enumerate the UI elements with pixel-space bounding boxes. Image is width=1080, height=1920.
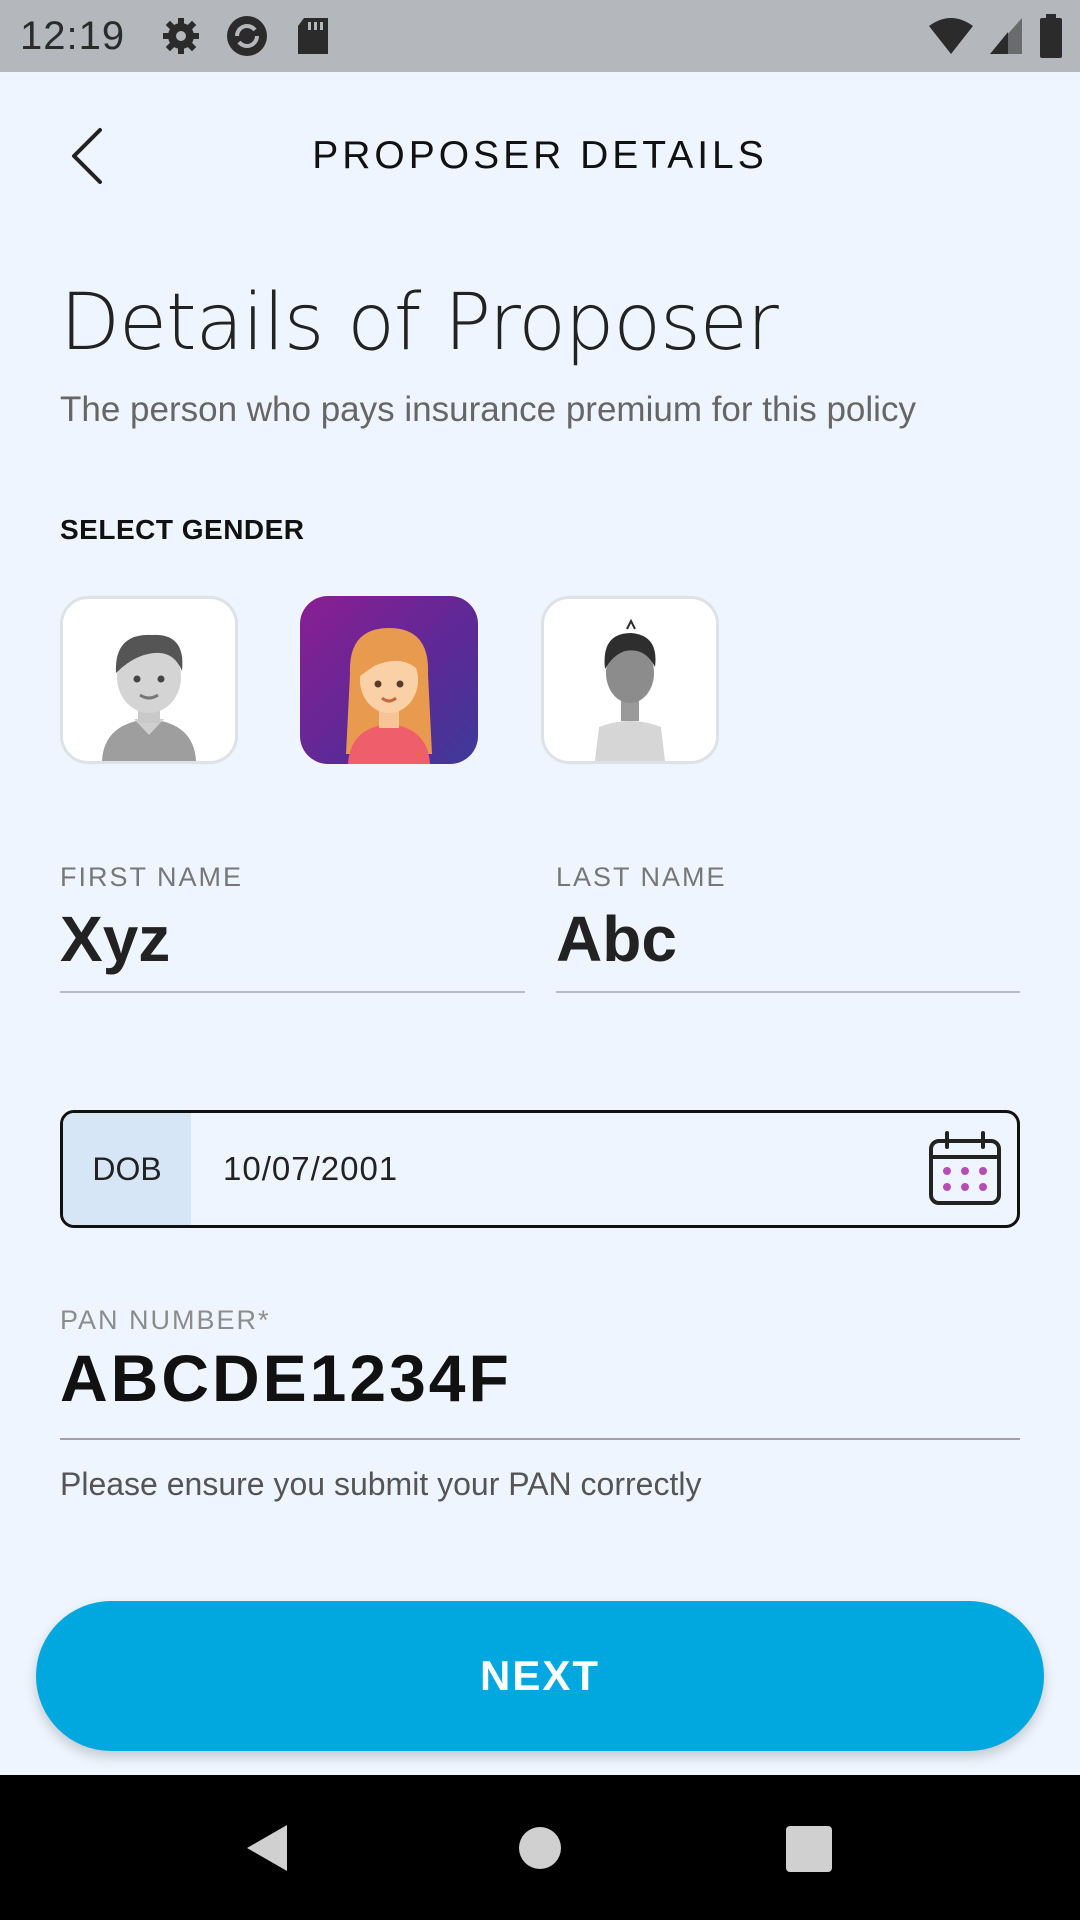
dob-field[interactable]: DOB 10/07/2001 [60,1110,1020,1228]
page-title: Details of Proposer [60,278,779,368]
female-avatar-icon [346,628,432,764]
battery-icon [1038,14,1064,63]
first-name-label: FIRST NAME [60,862,244,892]
gender-option-other[interactable] [541,596,719,764]
gender-option-male[interactable] [60,596,238,764]
gender-option-female[interactable] [300,596,478,764]
top-bar: PROPOSER DETAILS [0,72,1080,242]
status-time: 12:19 [20,13,126,58]
pan-label: PAN NUMBER* [60,1305,271,1335]
sd-card-icon [291,14,335,58]
dob-value: 10/07/2001 [223,1150,399,1187]
pan-helper-text: Please ensure you submit your PAN correc… [60,1466,702,1502]
first-name-underline [60,991,525,993]
gear-icon [159,14,203,58]
navigation-bar [0,1775,1080,1920]
first-name-input[interactable]: Xyz [60,902,170,976]
pan-underline [60,1438,1020,1440]
nav-home-icon[interactable] [519,1827,561,1869]
header-title: PROPOSER DETAILS [312,134,768,177]
last-name-underline [556,991,1020,993]
gender-section-label: SELECT GENDER [60,514,305,545]
sync-icon [225,14,269,58]
last-name-label: LAST NAME [556,862,727,892]
dob-tag: DOB [63,1113,191,1225]
other-avatar-icon [595,618,665,761]
wifi-icon [928,16,974,61]
calendar-icon[interactable] [927,1131,1003,1207]
status-bar: 12:19 [0,0,1080,72]
next-button[interactable]: NEXT [36,1601,1044,1751]
last-name-input[interactable]: Abc [556,902,677,976]
male-avatar-icon [102,634,196,761]
nav-back-icon[interactable] [245,1823,289,1873]
nav-recents-icon[interactable] [786,1826,832,1872]
page-subtitle: The person who pays insurance premium fo… [60,390,916,429]
signal-icon [988,16,1024,61]
pan-input[interactable]: ABCDE1234F [60,1340,512,1416]
